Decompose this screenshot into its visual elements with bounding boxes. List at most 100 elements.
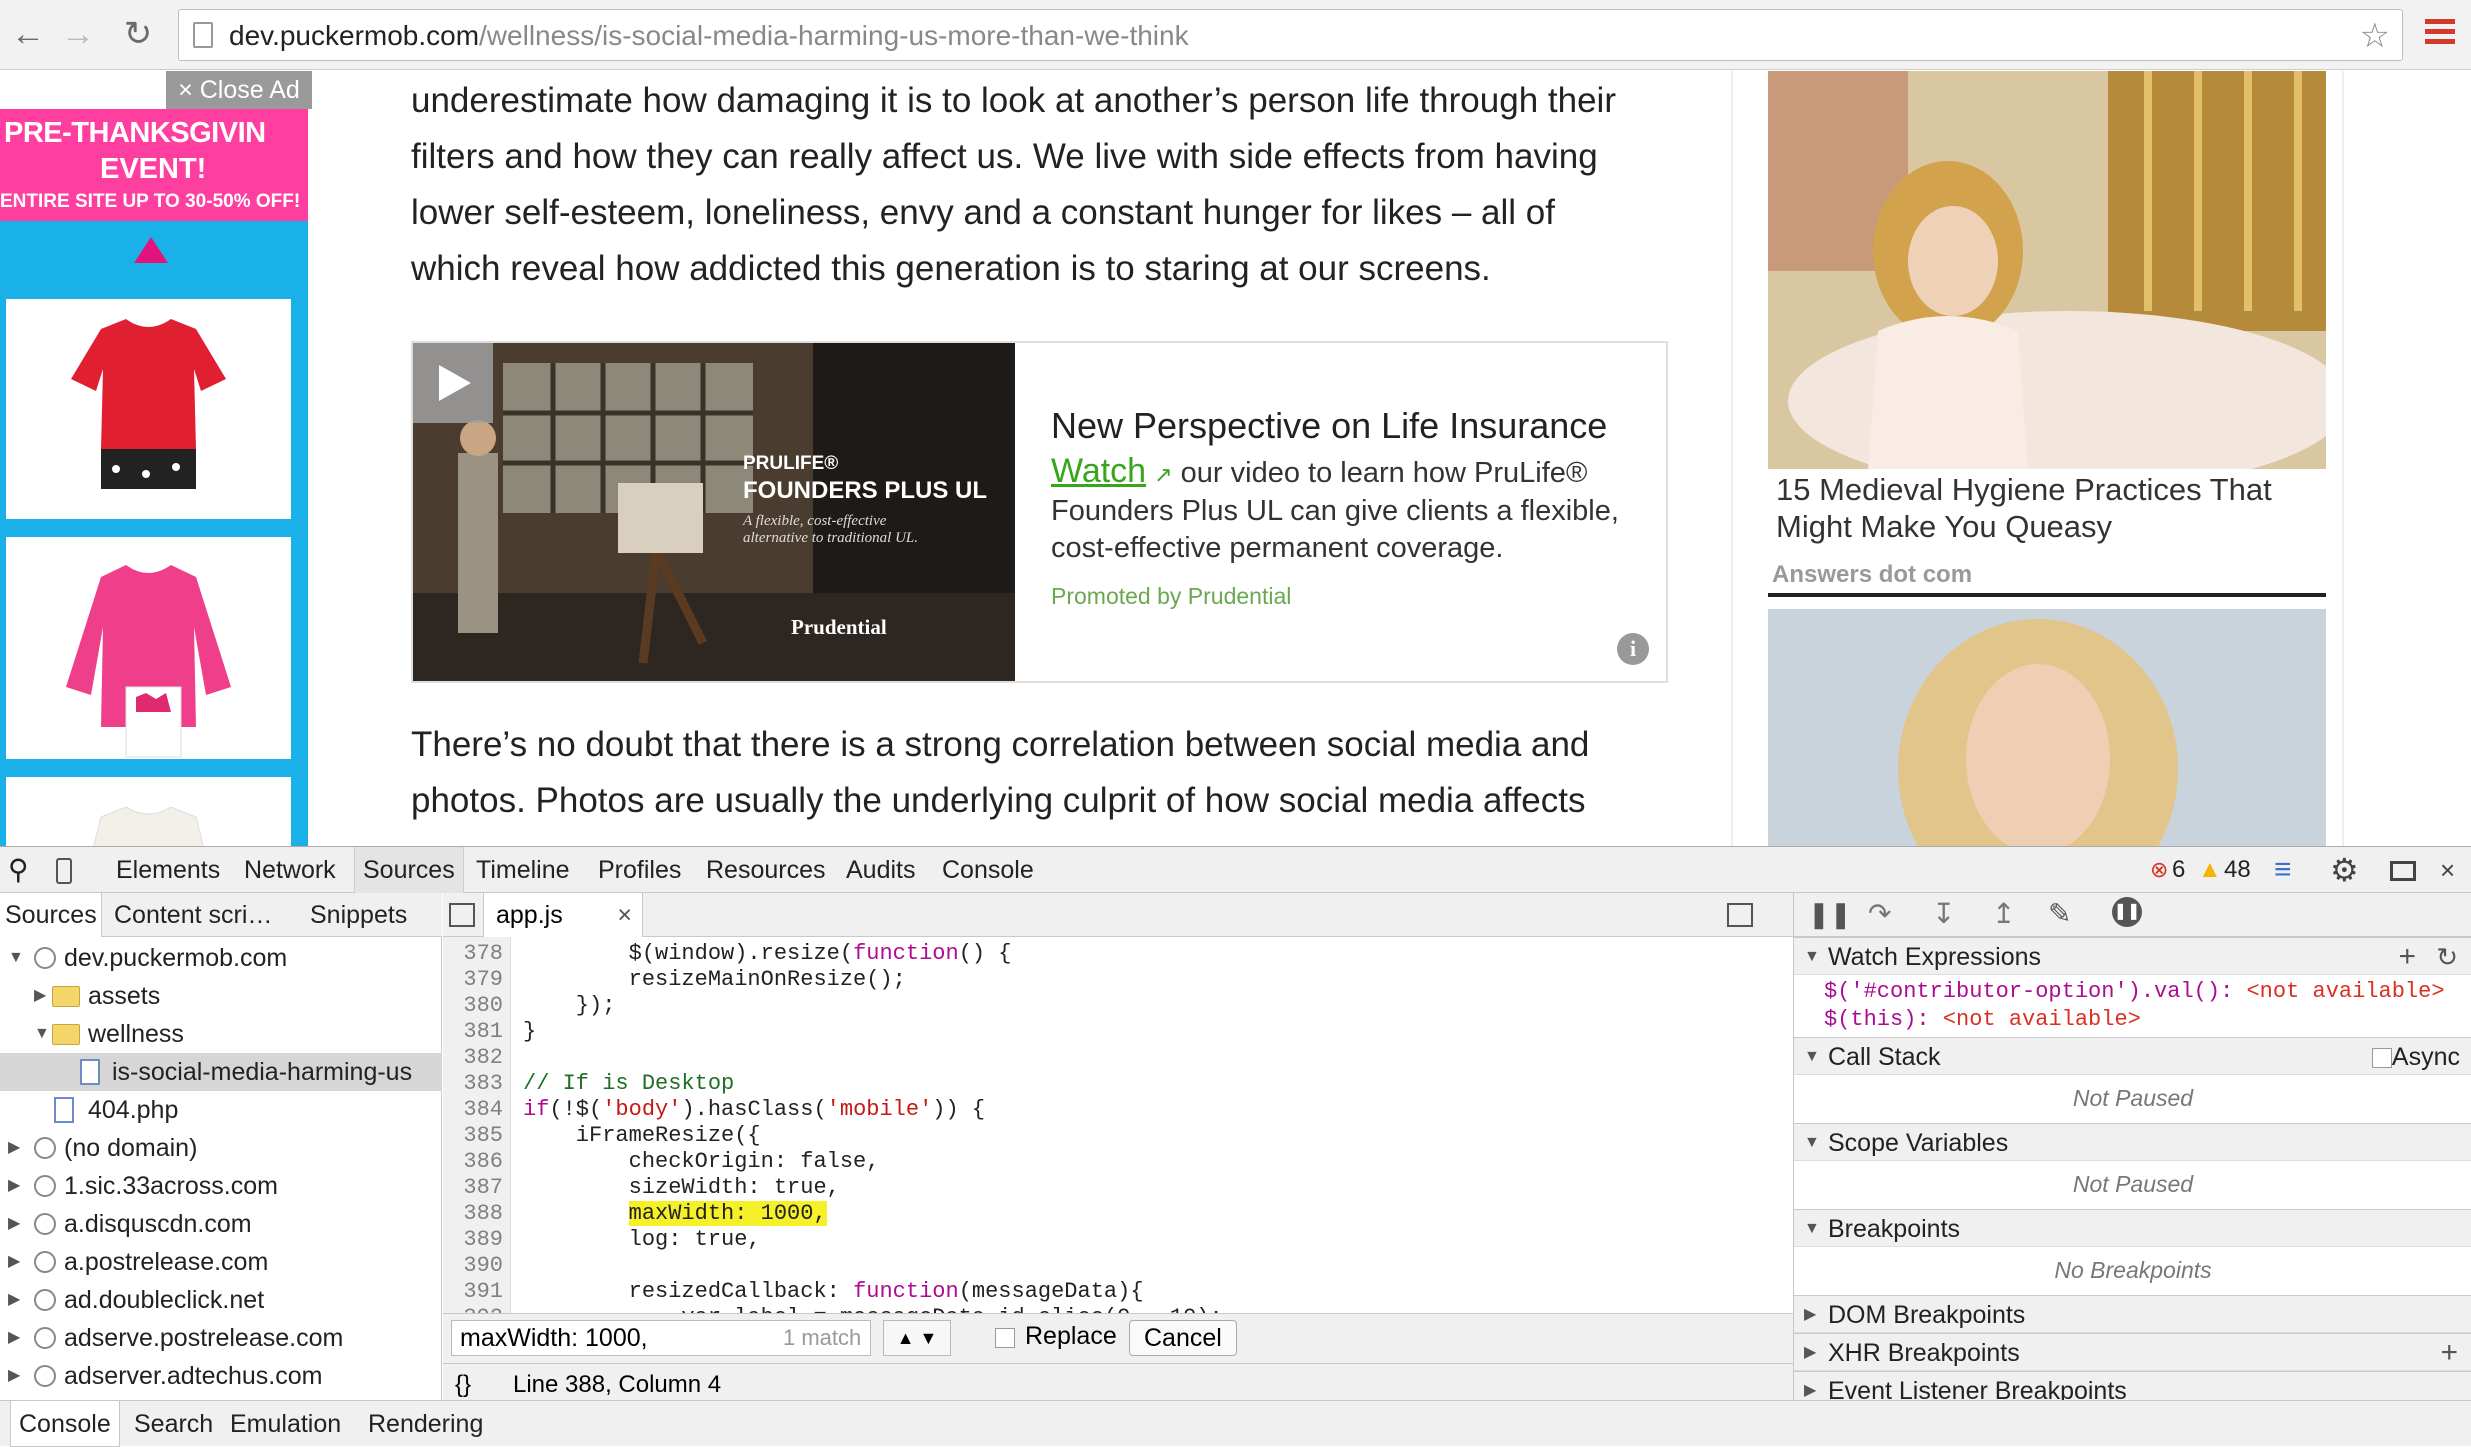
close-ad-button[interactable]: × Close Ad [166, 71, 312, 109]
inspect-search-icon[interactable]: ⚲ [8, 847, 38, 893]
add-watch-icon[interactable]: + [2398, 938, 2416, 976]
pause-icon[interactable]: ❚❚ [1808, 899, 1852, 930]
forward-arrow-icon[interactable]: → [58, 14, 98, 54]
call-stack-header[interactable]: ▼ Call Stack Async [1794, 1037, 2471, 1075]
line-number[interactable]: 388 [443, 1201, 503, 1226]
line-number[interactable]: 392 [443, 1305, 503, 1313]
event-listener-breakpoints-header[interactable]: ▶ Event Listener Breakpoints [1794, 1371, 2471, 1401]
breakpoints-header[interactable]: ▼ Breakpoints [1794, 1209, 2471, 1247]
story-title[interactable]: 15 Medieval Hygiene Practices That Might… [1776, 471, 2316, 545]
find-prev-next-buttons[interactable]: ▲ ▼ [883, 1320, 951, 1356]
line-number[interactable]: 384 [443, 1097, 503, 1122]
nav-tab-snippets[interactable]: Snippets [310, 893, 407, 937]
reload-icon[interactable]: ↻ [118, 14, 158, 54]
tree-item-domain[interactable]: ▶ ad.doubleclick.net [0, 1281, 442, 1319]
step-out-icon[interactable]: ↥ [1992, 897, 2015, 930]
watch-expressions-header[interactable]: ▼ Watch Expressions + ↻ [1794, 937, 2471, 975]
line-number[interactable]: 391 [443, 1279, 503, 1304]
tree-item-selected-file[interactable]: is-social-media-harming-us [0, 1053, 442, 1091]
tab-timeline[interactable]: Timeline [476, 847, 570, 893]
drawer-tab-search[interactable]: Search [134, 1401, 213, 1447]
settings-gear-icon[interactable]: ⚙ [2330, 847, 2359, 893]
tree-item-domain[interactable]: ▶ 1.sic.33across.com [0, 1167, 442, 1205]
error-count[interactable]: 6 [2172, 847, 2185, 893]
left-side-ad[interactable]: PRE-THANKSGIVIN EVENT! ENTIRE SITE UP TO… [0, 109, 308, 846]
tab-elements[interactable]: Elements [116, 847, 220, 893]
tab-audits[interactable]: Audits [846, 847, 915, 893]
dock-side-icon[interactable] [2390, 847, 2416, 893]
deactivate-breakpoints-icon[interactable]: ✎ [2048, 897, 2071, 930]
ad-up-arrow-icon[interactable] [134, 237, 168, 263]
tab-console[interactable]: Console [942, 847, 1034, 893]
line-number[interactable]: 386 [443, 1149, 503, 1174]
tree-item-domain[interactable]: ▶ adserve.postrelease.com [0, 1319, 442, 1357]
drawer-tab-emulation[interactable]: Emulation [230, 1401, 341, 1447]
step-into-icon[interactable]: ↧ [1932, 897, 1955, 930]
device-mode-icon[interactable] [56, 847, 72, 893]
nav-tab-sources[interactable]: Sources [0, 893, 102, 937]
line-number[interactable]: 382 [443, 1045, 503, 1070]
replace-checkbox[interactable] [995, 1328, 1015, 1348]
tree-item-no-domain[interactable]: ▶ (no domain) [0, 1129, 442, 1167]
tree-item-404[interactable]: 404.php [0, 1091, 442, 1129]
pause-on-exceptions-icon[interactable]: ❚❚ [2112, 897, 2142, 927]
file-tab-app-js[interactable]: app.js × [483, 893, 643, 937]
address-bar[interactable]: dev.puckermob.com/wellness/is-social-med… [178, 9, 2403, 61]
bookmark-star-icon[interactable]: ☆ [2360, 16, 2390, 56]
tree-item-wellness[interactable]: ▼ wellness [0, 1015, 442, 1053]
watch-link[interactable]: Watch [1051, 452, 1146, 490]
code-content[interactable]: 378 $(window).resize(function() { 379 re… [443, 937, 1793, 1313]
line-number[interactable]: 387 [443, 1175, 503, 1200]
warning-count[interactable]: 48 [2224, 847, 2251, 893]
chevron-up-icon[interactable]: ▲ [897, 1328, 915, 1348]
async-checkbox[interactable] [2372, 1048, 2392, 1068]
watch-item[interactable]: $('#contributor-option').val(): <not ava… [1824, 979, 2445, 1004]
line-number[interactable]: 390 [443, 1253, 503, 1278]
add-xhr-breakpoint-icon[interactable]: + [2440, 1334, 2458, 1372]
chrome-menu-icon[interactable] [2425, 19, 2455, 49]
xhr-breakpoints-header[interactable]: ▶ XHR Breakpoints + [1794, 1333, 2471, 1371]
ad-product-red-shirt[interactable] [6, 299, 291, 519]
tree-item-root[interactable]: ▼ dev.puckermob.com [0, 939, 442, 977]
ad-title[interactable]: New Perspective on Life Insurance [1051, 405, 1607, 447]
error-icon[interactable]: ⊗ [2150, 847, 2168, 893]
story-image[interactable] [1768, 71, 2326, 469]
story-image-2[interactable] [1768, 609, 2326, 846]
ad-product-white-shirt[interactable] [6, 777, 291, 846]
step-over-icon[interactable]: ↷ [1868, 897, 1891, 930]
tab-resources[interactable]: Resources [706, 847, 826, 893]
line-number[interactable]: 380 [443, 993, 503, 1018]
chevron-down-icon[interactable]: ▼ [920, 1328, 938, 1348]
nav-tab-content-scripts[interactable]: Content scri… [114, 893, 272, 937]
ad-banner[interactable]: PRE-THANKSGIVIN EVENT! ENTIRE SITE UP TO… [0, 109, 308, 221]
cancel-button[interactable]: Cancel [1129, 1320, 1237, 1356]
video-thumbnail[interactable]: PRULIFE® FOUNDERS PLUS UL A flexible, co… [413, 343, 1015, 681]
refresh-watch-icon[interactable]: ↻ [2436, 938, 2458, 976]
tree-item-domain[interactable]: ▶ a.postrelease.com [0, 1243, 442, 1281]
tree-item-domain[interactable]: ▶ a.disquscdn.com [0, 1205, 442, 1243]
line-number[interactable]: 383 [443, 1071, 503, 1096]
scope-variables-header[interactable]: ▼ Scope Variables [1794, 1123, 2471, 1161]
play-icon[interactable] [413, 343, 493, 423]
close-tab-icon[interactable]: × [617, 893, 632, 937]
tab-network[interactable]: Network [244, 847, 336, 893]
toggle-debugger-icon[interactable] [1727, 903, 1753, 927]
close-devtools-icon[interactable]: × [2440, 847, 2455, 893]
line-number[interactable]: 385 [443, 1123, 503, 1148]
tree-item-assets[interactable]: ▶ assets [0, 977, 442, 1015]
back-arrow-icon[interactable]: ← [8, 14, 48, 54]
line-number[interactable]: 378 [443, 941, 503, 966]
drawer-tab-console[interactable]: Console [10, 1401, 120, 1447]
watch-item[interactable]: $(this): <not available> [1824, 1007, 2141, 1032]
sponsored-video-ad[interactable]: PRULIFE® FOUNDERS PLUS UL A flexible, co… [411, 341, 1668, 683]
drawer-tab-rendering[interactable]: Rendering [368, 1401, 483, 1447]
tab-profiles[interactable]: Profiles [598, 847, 681, 893]
promoted-by-label[interactable]: Promoted by Prudential [1051, 583, 1291, 610]
ad-product-pink-cardigan[interactable] [6, 537, 291, 759]
line-number[interactable]: 381 [443, 1019, 503, 1044]
info-icon[interactable]: i [1617, 633, 1649, 665]
story-source[interactable]: Answers dot com [1772, 561, 1972, 589]
dom-breakpoints-header[interactable]: ▶ DOM Breakpoints [1794, 1295, 2471, 1333]
tab-sources[interactable]: Sources [354, 847, 464, 893]
line-number[interactable]: 389 [443, 1227, 503, 1252]
